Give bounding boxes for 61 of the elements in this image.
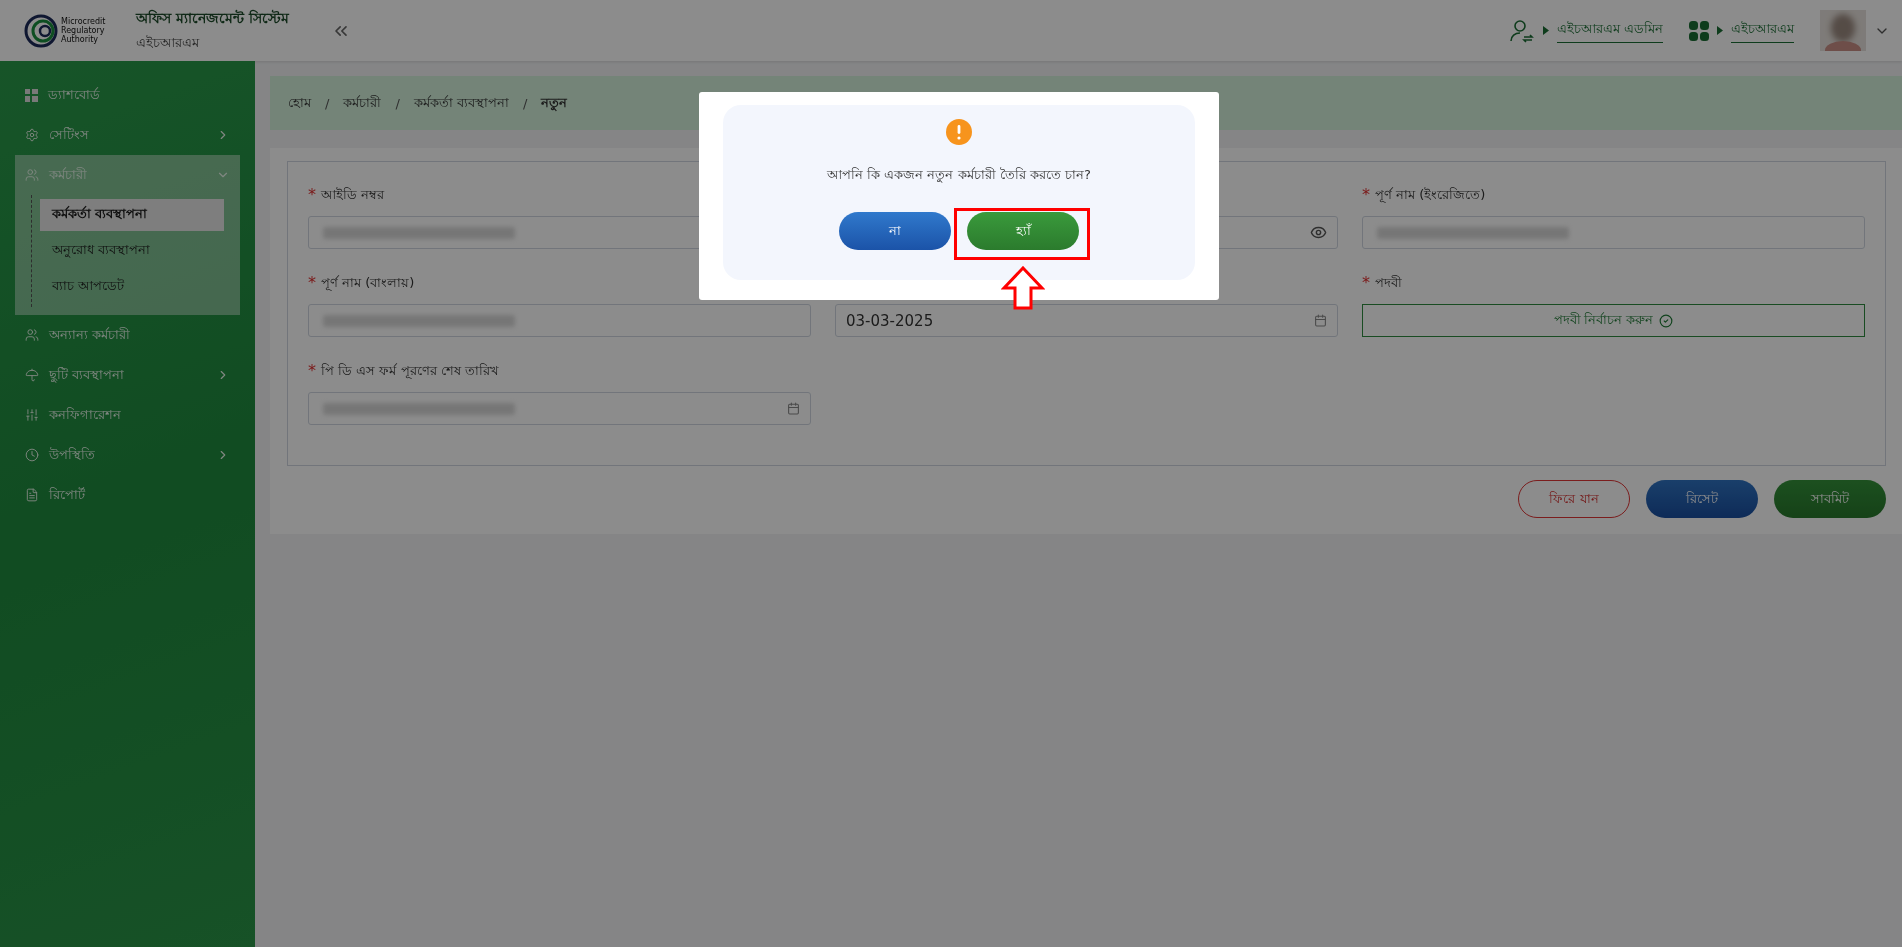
- text-field[interactable]: [1362, 216, 1865, 249]
- sidebar-item[interactable]: ছুটি ব্যবস্থাপনা: [15, 355, 240, 395]
- sliders-icon: [25, 408, 39, 422]
- sidebar-item[interactable]: রিপোর্ট: [15, 475, 240, 515]
- warning-icon: [946, 119, 972, 145]
- caret-icon: [1542, 26, 1549, 35]
- settings-icon: [25, 128, 39, 142]
- clock-icon: [25, 448, 39, 462]
- breadcrumb-link[interactable]: নতুন: [541, 92, 568, 114]
- sidebar-item[interactable]: অন্যান্য কর্মচারী: [15, 315, 240, 355]
- dialog-message: আপনি কি একজন নতুন কর্মচারী তৈরি করতে চান?: [827, 166, 1091, 185]
- breadcrumb-separator: /: [325, 95, 330, 111]
- logo-icon: [24, 13, 58, 48]
- required-mark: *: [308, 185, 316, 206]
- field-label: পূর্ণ নাম (বাংলায়): [321, 274, 415, 293]
- eye-icon[interactable]: [1310, 224, 1327, 241]
- submit-button[interactable]: সাবমিট: [1774, 480, 1886, 518]
- role-link[interactable]: এইচআরএম এডমিন: [1556, 18, 1663, 43]
- yes-button[interactable]: হ্যাঁ: [967, 212, 1079, 250]
- sidebar-item[interactable]: উপস্থিতি: [15, 435, 240, 475]
- breadcrumb-link[interactable]: কর্মকর্তা ব্যবস্থাপনা: [413, 92, 509, 114]
- text-field[interactable]: [308, 304, 811, 337]
- dashboard-icon: [25, 88, 38, 102]
- document-icon: [25, 488, 39, 502]
- sidebar-item[interactable]: সেটিংস: [15, 115, 240, 155]
- people-icon: [25, 168, 39, 182]
- sidebar-subitem[interactable]: ব্যাচ আপডেট: [40, 271, 224, 303]
- sidebar-item[interactable]: ড্যাশবোর্ড: [15, 75, 240, 115]
- back-button[interactable]: ফিরে যান: [1518, 480, 1630, 518]
- breadcrumb-link[interactable]: কর্মচারী: [343, 92, 382, 114]
- apps-grid-icon[interactable]: [1689, 20, 1709, 41]
- field-label: পূর্ণ নাম (ইংরেজিতে): [1375, 186, 1486, 205]
- field-label: আইডি নম্বর: [321, 186, 385, 204]
- breadcrumb-link[interactable]: হোম: [288, 92, 311, 114]
- sidebar-subitem[interactable]: কর্মকর্তা ব্যবস্থাপনা: [40, 199, 224, 231]
- calendar-icon[interactable]: [787, 402, 800, 415]
- required-mark: *: [1362, 185, 1370, 206]
- sidebar-subitem[interactable]: অনুরোধ ব্যবস্থাপনা: [40, 235, 224, 267]
- calendar-icon[interactable]: [1314, 314, 1327, 327]
- field-label: পি ডি এস ফর্ম পূরণের শেষ তারিখ: [321, 362, 499, 381]
- app-title: অফিস ম্যানেজমেন্ট সিস্টেম: [136, 8, 289, 28]
- select-designation-button[interactable]: পদবী নির্বাচন করুন: [1362, 304, 1865, 337]
- umbrella-icon: [25, 368, 39, 382]
- breadcrumb-separator: /: [395, 95, 400, 111]
- user-switch-icon[interactable]: [1508, 17, 1535, 44]
- field-label: পদবী: [1375, 274, 1402, 292]
- required-mark: *: [308, 273, 316, 294]
- date-field[interactable]: [308, 392, 811, 425]
- no-button[interactable]: না: [839, 212, 951, 250]
- app-subtitle: এইচআরএম: [136, 34, 201, 52]
- date-field[interactable]: 03-03-2025: [835, 304, 1338, 337]
- caret-icon: [1717, 26, 1723, 35]
- required-mark: *: [308, 361, 316, 382]
- breadcrumb-separator: /: [522, 95, 528, 111]
- date-value: 03-03-2025: [846, 311, 935, 330]
- reset-button[interactable]: রিসেট: [1646, 480, 1758, 518]
- check-circle-icon: [1659, 313, 1674, 328]
- people-icon: [25, 328, 39, 342]
- sidebar-item[interactable]: কনফিগারেশন: [15, 395, 240, 435]
- required-mark: *: [1362, 273, 1370, 294]
- module-link[interactable]: এইচআরএম: [1731, 18, 1794, 43]
